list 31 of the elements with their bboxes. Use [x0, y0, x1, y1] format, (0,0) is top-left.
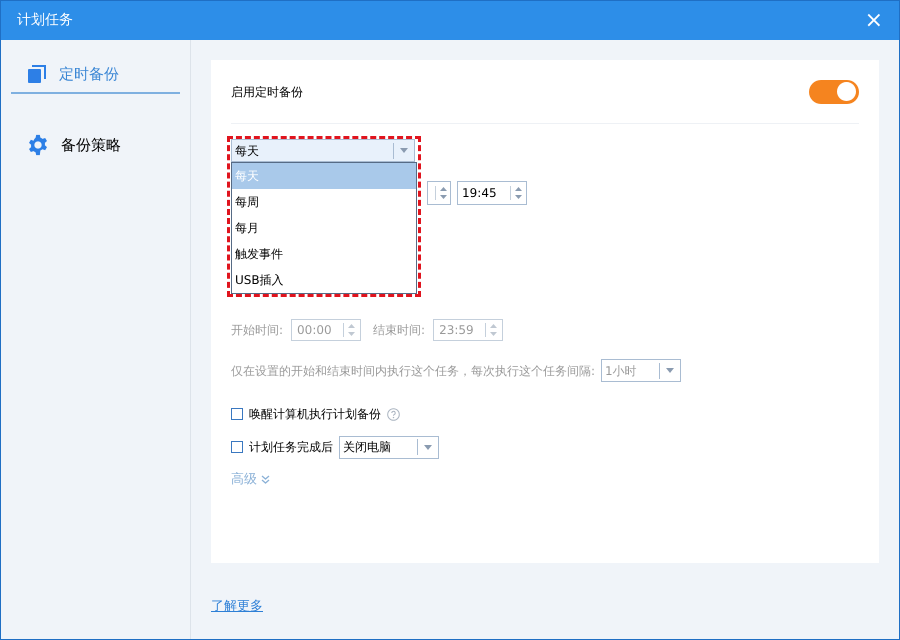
stacked-squares-icon	[27, 64, 47, 84]
time-spinner[interactable]: 19:45	[457, 181, 527, 205]
spinner-arrows-icon	[485, 323, 498, 337]
checkbox[interactable]	[231, 408, 243, 420]
checkbox-label: 唤醒计算机执行计划备份	[249, 406, 381, 423]
window-title: 计划任务	[17, 11, 73, 30]
dropdown-option[interactable]: 每周	[232, 189, 416, 215]
spinner-arrows-icon	[435, 186, 447, 200]
action-dropdown[interactable]: 关闭电脑	[339, 436, 439, 458]
checkbox[interactable]	[231, 441, 243, 453]
gear-icon	[27, 134, 49, 156]
dropdown-arrow-icon	[424, 444, 432, 450]
dropdown-option[interactable]: 每月	[232, 215, 416, 241]
setting-label: 启用定时备份	[231, 84, 303, 100]
spinner-arrows-icon	[510, 186, 522, 200]
spinner-arrows-icon	[343, 323, 356, 337]
dropdown-arrow-icon	[400, 148, 408, 153]
help-icon	[387, 408, 400, 420]
double-chevron-down-icon	[261, 475, 270, 484]
toggle-switch[interactable]	[809, 80, 859, 104]
frequency-dropdown[interactable]: 每天	[231, 139, 415, 162]
learn-more-link[interactable]: 了解更多	[211, 599, 263, 614]
interval-description: 仅在设置的开始和结束时间内执行这个任务，每次执行这个任务间隔:	[231, 362, 596, 380]
checkbox-label: 计划任务完成后	[249, 439, 333, 456]
field-label: 结束时间:	[373, 322, 426, 339]
dropdown-option[interactable]: 触发事件	[232, 241, 416, 267]
field-label: 开始时间:	[231, 322, 284, 339]
time-spinner[interactable]	[427, 181, 451, 205]
dropdown-arrow-icon	[666, 368, 674, 373]
sidebar-tab[interactable]: 备份策略	[11, 126, 180, 164]
dropdown-option[interactable]: USB插入	[232, 267, 416, 293]
